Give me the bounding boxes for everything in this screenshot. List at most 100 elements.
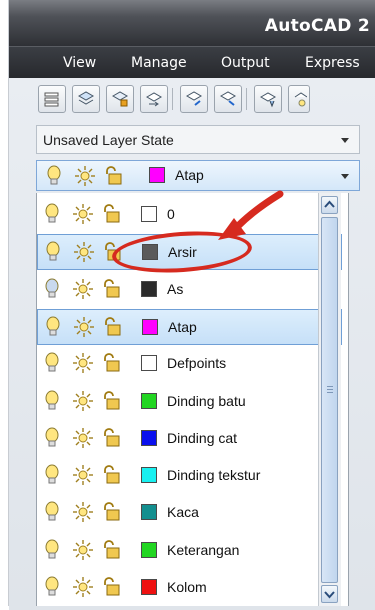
set-current-layer-icon[interactable] <box>72 85 100 113</box>
sun-thaw-icon[interactable] <box>73 539 93 561</box>
previous-layer-icon[interactable] <box>180 85 208 113</box>
layer-color-swatch[interactable] <box>141 579 157 595</box>
layer-color-swatch[interactable] <box>141 355 157 372</box>
layer-row[interactable]: Dinding cat <box>37 421 342 457</box>
sun-thaw-icon[interactable] <box>73 352 93 374</box>
layer-name: Kolom <box>167 579 207 595</box>
chevron-down-icon[interactable] <box>341 138 349 143</box>
bulb-on-icon[interactable] <box>43 539 61 561</box>
layer-name: As <box>167 280 184 297</box>
layer-name: Dinding cat <box>167 429 238 446</box>
layer-toggle-icons <box>45 165 155 187</box>
current-layer-combo[interactable]: Atap <box>36 160 360 191</box>
unlock-icon[interactable] <box>101 203 123 225</box>
bulb-on-icon[interactable] <box>43 203 61 225</box>
layer-toggle-icons <box>43 539 153 561</box>
off-layer-icon[interactable] <box>288 85 310 113</box>
freeze-layer-icon[interactable] <box>254 85 282 113</box>
unlock-icon[interactable] <box>101 464 123 486</box>
bulb-on-icon[interactable] <box>44 241 62 263</box>
sun-thaw-icon[interactable] <box>74 316 94 338</box>
bulb-on-icon[interactable] <box>43 501 61 523</box>
sun-thaw-icon[interactable] <box>74 241 94 263</box>
scroll-thumb[interactable] <box>321 217 338 583</box>
layer-toggle-icons <box>43 501 153 523</box>
layer-row[interactable]: Defpoints <box>37 346 342 382</box>
unlock-icon[interactable] <box>101 576 123 598</box>
layer-list-scrollbar[interactable] <box>318 193 341 606</box>
tab-output[interactable]: Output <box>221 55 270 71</box>
layer-name: Atap <box>168 318 197 335</box>
layer-toggle-icons <box>43 352 153 374</box>
layer-row[interactable]: Kaca <box>37 495 342 531</box>
scroll-grip <box>327 392 333 393</box>
layer-color-swatch[interactable] <box>141 467 157 484</box>
layer-toggle-icons <box>43 427 153 449</box>
layer-properties-icon[interactable] <box>38 85 66 113</box>
toolbar-separator <box>172 88 173 110</box>
bulb-on-icon[interactable] <box>44 316 62 338</box>
sun-thaw-icon[interactable] <box>73 203 93 225</box>
scroll-up-arrow[interactable] <box>321 196 338 214</box>
layer-state-dropdown[interactable]: Unsaved Layer State <box>36 125 360 154</box>
sun-thaw-icon[interactable] <box>73 278 93 300</box>
isolate-layer-icon[interactable] <box>214 85 242 113</box>
layer-row[interactable]: As <box>37 272 342 308</box>
sun-thaw-icon[interactable] <box>73 390 93 412</box>
tab-manage[interactable]: Manage <box>131 55 187 71</box>
unlock-icon[interactable] <box>103 165 125 187</box>
tab-view[interactable]: View <box>63 55 96 71</box>
layer-row[interactable]: Dinding batu <box>37 384 342 420</box>
layer-toggle-icons <box>44 316 154 338</box>
scroll-down-arrow[interactable] <box>321 585 338 603</box>
layer-color-swatch[interactable] <box>141 504 157 521</box>
layer-color-swatch[interactable] <box>141 392 157 409</box>
sun-thaw-icon[interactable] <box>73 501 93 523</box>
layer-name: Dinding batu <box>167 392 246 409</box>
layer-toggle-icons <box>43 278 153 300</box>
bulb-on-icon[interactable] <box>43 576 61 598</box>
layer-row[interactable]: Atap <box>37 308 342 345</box>
sun-thaw-icon[interactable] <box>73 464 93 486</box>
sun-thaw-icon[interactable] <box>75 165 95 187</box>
unlock-icon[interactable] <box>102 316 124 338</box>
unlock-icon[interactable] <box>101 427 123 449</box>
layer-name: Defpoints <box>167 355 227 372</box>
match-layer-icon[interactable] <box>140 85 168 113</box>
layer-row[interactable]: Kolom <box>37 570 342 606</box>
chevron-down-icon[interactable] <box>341 174 349 179</box>
sun-thaw-icon[interactable] <box>73 427 93 449</box>
layer-color-swatch[interactable] <box>141 280 157 297</box>
layer-row[interactable]: Keterangan <box>37 533 342 569</box>
layer-toggle-icons <box>43 464 153 486</box>
title-bar: AutoCAD 2 <box>9 0 375 46</box>
layer-toggle-icons <box>43 203 153 225</box>
ribbon-tabs: View Manage Output Express <box>9 46 375 79</box>
bulb-on-icon[interactable] <box>43 427 61 449</box>
bulb-on-icon[interactable] <box>43 352 61 374</box>
unlock-icon[interactable] <box>101 278 123 300</box>
layer-color-swatch[interactable] <box>142 318 158 335</box>
unlock-icon[interactable] <box>101 352 123 374</box>
layer-toggle-icons <box>43 390 153 412</box>
layer-color-swatch[interactable] <box>141 541 157 558</box>
bulb-on-icon[interactable] <box>43 390 61 412</box>
layer-color-swatch[interactable] <box>141 429 157 446</box>
layer-row[interactable]: Dinding tekstur <box>37 458 342 494</box>
layer-color-swatch[interactable] <box>141 206 157 222</box>
unlock-icon[interactable] <box>101 390 123 412</box>
annotation-arrow-icon <box>218 190 284 240</box>
layer-name: Keterangan <box>167 541 240 558</box>
layer-name: Dinding tekstur <box>167 467 261 484</box>
bulb-on-icon[interactable] <box>43 464 61 486</box>
bulb-on-icon[interactable] <box>43 278 61 300</box>
scroll-grip <box>327 389 333 390</box>
unlock-icon[interactable] <box>101 501 123 523</box>
layer-row[interactable]: 0 <box>37 197 342 233</box>
bulb-on-icon[interactable] <box>45 165 63 187</box>
layer-state-value: Unsaved Layer State <box>43 132 174 148</box>
layer-state-icon[interactable] <box>106 85 134 113</box>
unlock-icon[interactable] <box>101 539 123 561</box>
tab-express[interactable]: Express <box>305 55 360 71</box>
sun-thaw-icon[interactable] <box>73 576 93 598</box>
